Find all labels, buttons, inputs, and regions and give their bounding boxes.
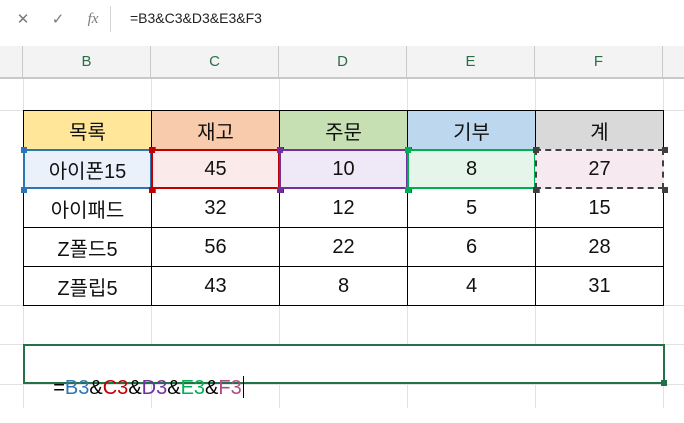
row-label-cell[interactable]: 아이패드 bbox=[23, 188, 152, 228]
fx-label: fx bbox=[87, 10, 99, 27]
close-icon[interactable]: ✕ bbox=[12, 8, 34, 30]
range-handle[interactable] bbox=[662, 147, 668, 153]
formula-ref-e3: E3 bbox=[180, 377, 206, 399]
range-handle[interactable] bbox=[277, 147, 283, 153]
fx-icon[interactable]: fx bbox=[82, 8, 104, 30]
formula-bar-buttons: ✕ ✓ fx bbox=[0, 0, 110, 38]
row-label-cell[interactable]: 아이폰15 bbox=[21, 147, 156, 193]
range-handle[interactable] bbox=[405, 147, 411, 153]
value-cell[interactable]: 43 bbox=[151, 266, 280, 306]
header-cell[interactable]: 목록 bbox=[23, 110, 152, 150]
formula-ampersand: & bbox=[89, 377, 103, 399]
value-cell[interactable]: 27 bbox=[533, 147, 668, 193]
value-cell[interactable]: 45 bbox=[149, 147, 284, 193]
check-icon[interactable]: ✓ bbox=[47, 8, 69, 30]
header-cell[interactable]: 재고 bbox=[151, 110, 280, 150]
formula-ref-f3: F3 bbox=[218, 377, 242, 399]
formula-ref-d3: D3 bbox=[141, 377, 168, 399]
value-cell[interactable]: 4 bbox=[407, 266, 536, 306]
formula-ref-c3: C3 bbox=[102, 377, 129, 399]
range-handle[interactable] bbox=[149, 187, 155, 193]
range-handle[interactable] bbox=[533, 147, 539, 153]
row-label-cell[interactable]: Z폴드5 bbox=[23, 227, 152, 267]
formula-text: =B3&C3&D3&E3&F3 bbox=[31, 353, 244, 423]
formula-equals: = bbox=[53, 377, 65, 399]
column-header-e[interactable]: E bbox=[407, 46, 535, 77]
formula-ref-b3: B3 bbox=[64, 377, 90, 399]
column-header-b[interactable]: B bbox=[23, 46, 151, 77]
range-handle[interactable] bbox=[662, 187, 668, 193]
row-header-corner[interactable] bbox=[0, 46, 23, 77]
value-cell[interactable]: 56 bbox=[151, 227, 280, 267]
formula-input[interactable]: =B3&C3&D3&E3&F3 bbox=[130, 10, 262, 26]
column-header-g[interactable] bbox=[663, 46, 684, 77]
column-header-f[interactable]: F bbox=[535, 46, 663, 77]
formula-ampersand: & bbox=[167, 377, 181, 399]
header-cell[interactable]: 기부 bbox=[407, 110, 536, 150]
text-caret bbox=[242, 376, 244, 398]
value-cell[interactable]: 12 bbox=[279, 188, 408, 228]
range-handle[interactable] bbox=[533, 187, 539, 193]
value-cell[interactable]: 31 bbox=[535, 266, 664, 306]
formula-ampersand: & bbox=[205, 377, 219, 399]
range-handle[interactable] bbox=[149, 147, 155, 153]
column-header-c[interactable]: C bbox=[151, 46, 279, 77]
formula-bar-separator bbox=[110, 6, 111, 32]
range-handle[interactable] bbox=[405, 187, 411, 193]
value-cell[interactable]: 22 bbox=[279, 227, 408, 267]
range-handle[interactable] bbox=[21, 147, 27, 153]
header-cell[interactable]: 계 bbox=[535, 110, 664, 150]
value-cell[interactable]: 10 bbox=[277, 147, 412, 193]
value-cell[interactable]: 15 bbox=[535, 188, 664, 228]
value-cell[interactable]: 5 bbox=[407, 188, 536, 228]
editing-cell[interactable]: =B3&C3&D3&E3&F3 bbox=[23, 344, 667, 399]
formula-ampersand: & bbox=[128, 377, 142, 399]
range-handle[interactable] bbox=[21, 187, 27, 193]
value-cell[interactable]: 32 bbox=[151, 188, 280, 228]
range-handle[interactable] bbox=[277, 187, 283, 193]
value-cell[interactable]: 6 bbox=[407, 227, 536, 267]
row-label-cell[interactable]: Z플립5 bbox=[23, 266, 152, 306]
value-cell[interactable]: 8 bbox=[279, 266, 408, 306]
column-header-row: B C D E F bbox=[0, 46, 684, 79]
header-cell[interactable]: 주문 bbox=[279, 110, 408, 150]
column-header-d[interactable]: D bbox=[279, 46, 407, 77]
value-cell[interactable]: 28 bbox=[535, 227, 664, 267]
fill-handle[interactable] bbox=[661, 380, 667, 386]
value-cell[interactable]: 8 bbox=[405, 147, 540, 193]
formula-bar: ✕ ✓ fx =B3&C3&D3&E3&F3 bbox=[0, 0, 684, 39]
